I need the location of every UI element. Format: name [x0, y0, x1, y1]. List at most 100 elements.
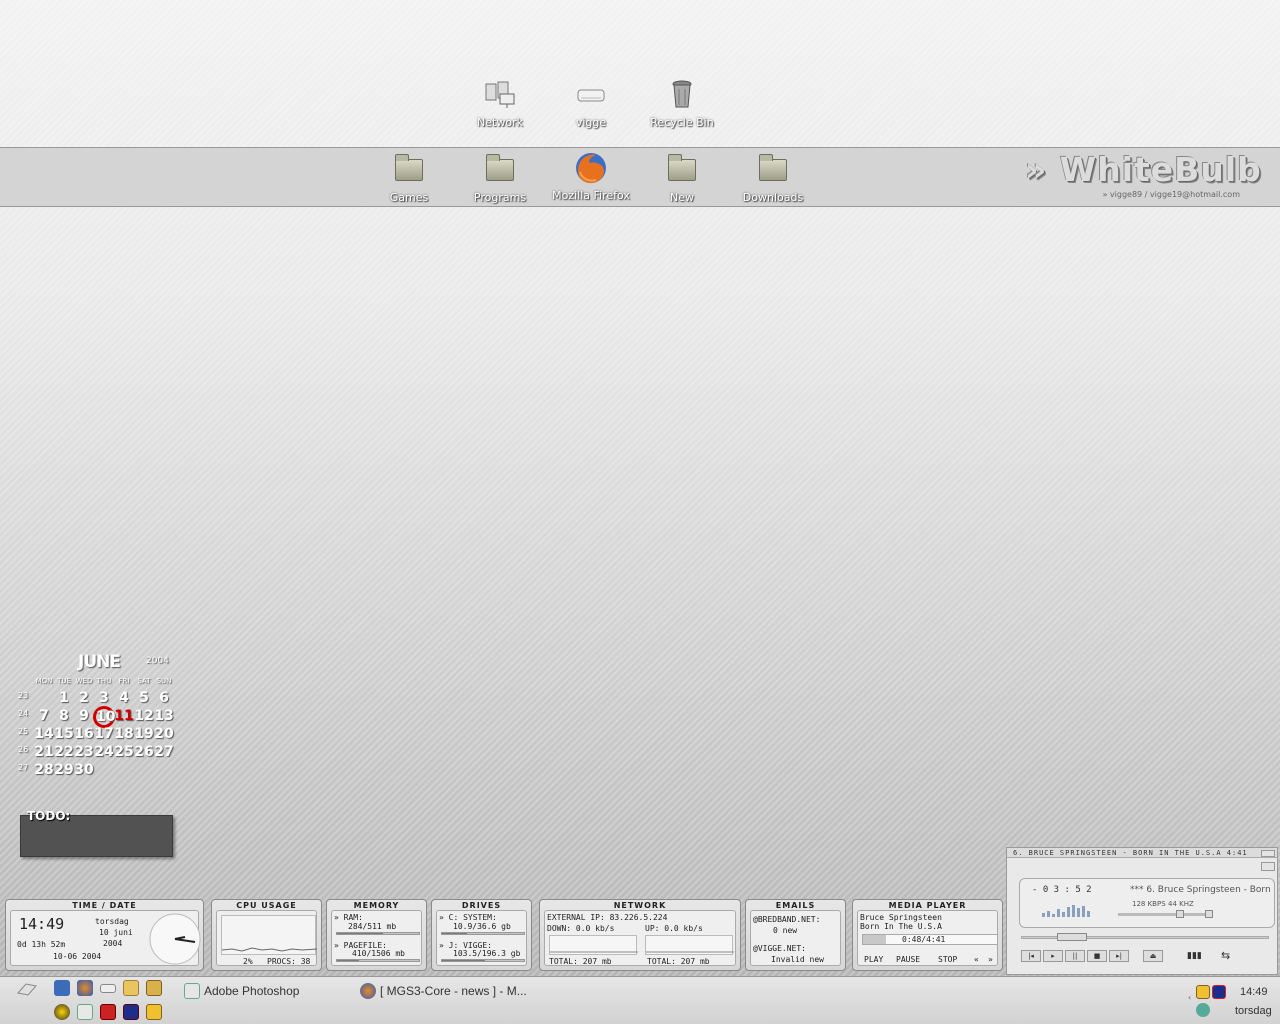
user-tray-icon[interactable]: [1196, 1003, 1210, 1017]
start-button[interactable]: [16, 981, 38, 997]
year: 2004: [103, 939, 123, 948]
calendar-day[interactable]: 4: [114, 690, 134, 706]
calendar-year: 2004: [146, 656, 169, 666]
calendar-day[interactable]: 10: [93, 706, 115, 728]
calendar-day[interactable]: 2: [74, 690, 94, 706]
repeat-icon[interactable]: ⇆: [1221, 949, 1230, 962]
calendar-day[interactable]: 26: [134, 744, 154, 760]
widget-title: MEMORY: [353, 901, 400, 910]
dock-icon-new[interactable]: New: [637, 153, 727, 204]
taskbar-clock[interactable]: 14:49: [1240, 986, 1268, 998]
email-status-1[interactable]: 0 new: [773, 926, 797, 935]
player-time: - 0 3 : 5 2: [1032, 885, 1092, 895]
calendar-day[interactable]: 11: [114, 708, 134, 724]
taskbar: Adobe Photoshop [ MGS3-Core - news ] - M…: [0, 976, 1280, 1024]
calendar-day[interactable]: 13: [154, 708, 174, 724]
play-icon-button[interactable]: ▸: [1043, 950, 1063, 962]
track-progress-fill: [863, 935, 886, 944]
stop-button[interactable]: STOP: [938, 955, 957, 964]
calendar-day[interactable]: 20: [154, 726, 174, 742]
calendar-day[interactable]: 8: [54, 708, 74, 724]
calendar-day[interactable]: 16: [74, 726, 94, 742]
calendar-day[interactable]: 9: [74, 708, 94, 724]
task-button-firefox[interactable]: [ MGS3-Core - news ] - M...: [360, 981, 530, 1001]
time-date-widget: TIME / DATE 14:49 0d 13h 52m torsdag 10 …: [5, 899, 204, 971]
player-close-icon[interactable]: [1261, 850, 1275, 857]
calendar-icon[interactable]: [100, 1004, 116, 1020]
week-number: 26: [18, 745, 29, 754]
previous-button[interactable]: «: [974, 955, 979, 964]
calendar-day[interactable]: 30: [74, 762, 94, 778]
calendar-day[interactable]: 21: [34, 744, 54, 760]
task-button-photoshop[interactable]: Adobe Photoshop: [184, 981, 354, 1001]
whitebulb-logo: » WhiteBulb » vigge89 / vigge19@hotmail.…: [1025, 150, 1261, 199]
calendar-day[interactable]: 15: [54, 726, 74, 742]
volume-handle[interactable]: [1176, 910, 1184, 918]
calendar-day[interactable]: 25: [114, 744, 134, 760]
dock-icon-label: New: [670, 191, 694, 204]
email-status-2[interactable]: Invalid new: [771, 955, 824, 964]
balance-handle[interactable]: [1205, 910, 1213, 918]
folder-icon[interactable]: [123, 980, 139, 996]
pause-icon-button[interactable]: ||: [1065, 950, 1085, 962]
drive-c-bar: [441, 932, 525, 935]
calendar-day[interactable]: 29: [54, 762, 74, 778]
stop-icon-button[interactable]: ■: [1087, 950, 1107, 962]
email-account-1: @BREDBAND.NET:: [753, 915, 821, 924]
prev-track-button[interactable]: |◂: [1021, 950, 1041, 962]
song-title: Born In The U.S.A: [860, 922, 942, 931]
messenger-icon[interactable]: [123, 1004, 139, 1020]
player-titlebar[interactable]: 6. BRUCE SPRINGSTEEN - BORN IN THE U.S.A…: [1007, 848, 1277, 858]
calendar-day[interactable]: 27: [154, 744, 174, 760]
calendar-day[interactable]: 19: [134, 726, 154, 742]
folder-icon: [665, 153, 699, 187]
calendar-day[interactable]: 6: [154, 690, 174, 706]
ie-icon[interactable]: [54, 980, 70, 996]
calendar-day[interactable]: 17: [94, 726, 114, 742]
mail-icon[interactable]: [146, 980, 162, 996]
calendar-day[interactable]: 28: [34, 762, 54, 778]
eject-button[interactable]: ⏏: [1143, 950, 1163, 962]
player-minimize-icon[interactable]: [1261, 862, 1275, 871]
notes-icon[interactable]: [146, 1004, 162, 1020]
calendar-day[interactable]: 5: [134, 690, 154, 706]
folder-icon: [756, 153, 790, 187]
artist: Bruce Springsteen: [860, 913, 942, 922]
messenger-tray-icon[interactable]: [1212, 985, 1226, 999]
calendar-day[interactable]: 3: [94, 690, 114, 706]
firefox-icon[interactable]: [77, 980, 93, 996]
dock-icon-firefox[interactable]: Mozilla Firefox: [546, 151, 636, 202]
dock-icon-games[interactable]: Games: [364, 153, 454, 204]
download-rate: DOWN: 0.0 kb/s: [547, 924, 615, 933]
tray-expand-icon[interactable]: ‹: [1188, 993, 1191, 1002]
photoshop-icon[interactable]: [77, 1004, 93, 1020]
equalizer-icon[interactable]: ▮▮▮: [1187, 951, 1202, 961]
dock-icon-downloads[interactable]: Downloads: [728, 153, 818, 204]
dock-icon-programs[interactable]: Programs: [455, 153, 545, 204]
dock-icon-label: Programs: [473, 191, 527, 204]
play-button[interactable]: PLAY: [864, 955, 883, 964]
next-button[interactable]: »: [988, 955, 993, 964]
calendar-day[interactable]: 23: [74, 744, 94, 760]
media-player-window[interactable]: 6. BRUCE SPRINGSTEEN - BORN IN THE U.S.A…: [1006, 847, 1278, 975]
desktop-icon-vigge[interactable]: vigge: [546, 78, 636, 129]
next-track-button[interactable]: ▸|: [1109, 950, 1129, 962]
dock-icon-label: Downloads: [742, 191, 804, 204]
drive-icon[interactable]: [100, 984, 116, 993]
calendar-day[interactable]: 18: [114, 726, 134, 742]
pause-button[interactable]: PAUSE: [896, 955, 920, 964]
calendar-day[interactable]: 24: [94, 744, 114, 760]
player-seek-handle[interactable]: [1057, 933, 1087, 941]
desktop-icon-recycle-bin[interactable]: Recycle Bin: [637, 78, 727, 129]
volume-slider[interactable]: [1118, 913, 1208, 916]
desktop-icon-label: vigge: [575, 116, 607, 129]
winamp-icon[interactable]: [54, 1004, 70, 1020]
desktop-icon-network[interactable]: Network: [455, 78, 545, 129]
calendar-day[interactable]: 14: [34, 726, 54, 742]
calendar-day[interactable]: 1: [54, 690, 74, 706]
calendar-day[interactable]: 7: [34, 708, 54, 724]
notes-tray-icon[interactable]: [1196, 985, 1210, 999]
todo-box[interactable]: TODO:: [20, 809, 173, 857]
calendar-day[interactable]: 12: [134, 708, 154, 724]
calendar-day[interactable]: 22: [54, 744, 74, 760]
